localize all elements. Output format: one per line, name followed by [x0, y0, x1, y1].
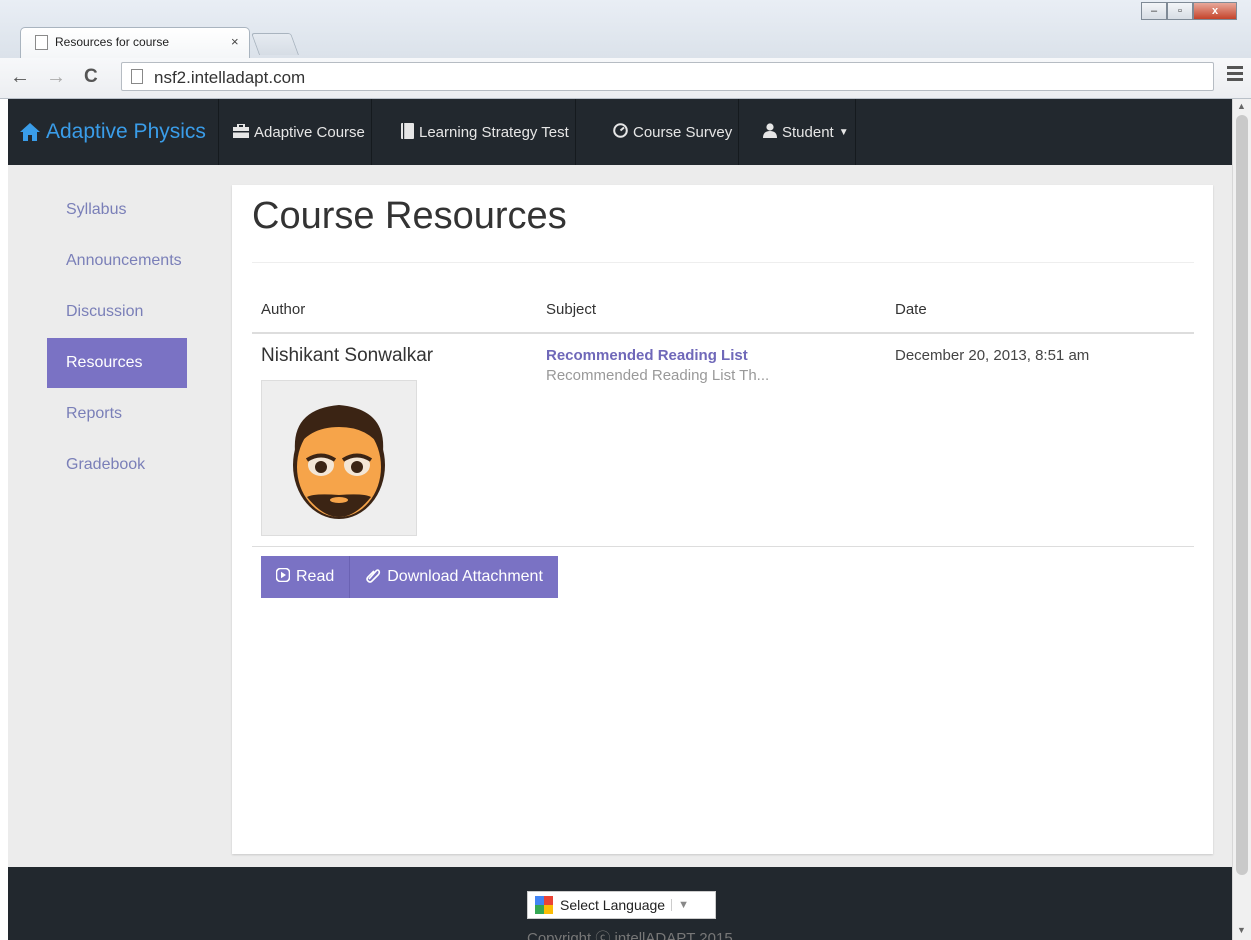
dropdown-arrow-icon[interactable]: ▼ — [671, 899, 689, 911]
sidebar-item-reports[interactable]: Reports — [47, 389, 187, 439]
nav-label: Student — [782, 123, 834, 141]
browser-toolbar: ← → C nsf2.intelladapt.com — [0, 58, 1251, 99]
page-viewport: Adaptive Physics Adaptive Course Learnin… — [8, 99, 1232, 940]
scroll-down-icon[interactable]: ▼ — [1237, 925, 1246, 935]
page-icon — [35, 35, 48, 50]
download-attachment-button[interactable]: Download Attachment — [349, 556, 558, 598]
back-arrow-icon[interactable]: ← — [10, 67, 30, 87]
page-title: Course Resources — [252, 195, 567, 237]
sidebar-item-syllabus[interactable]: Syllabus — [47, 185, 187, 235]
scroll-up-icon[interactable]: ▲ — [1237, 101, 1246, 111]
copyright-text: Copyright ⓒ intellADAPT 2015 — [527, 930, 733, 940]
play-circle-icon — [275, 567, 291, 587]
vertical-scrollbar[interactable]: ▲ ▼ — [1232, 99, 1251, 940]
language-select-label: Select Language — [560, 897, 666, 913]
top-navbar: Adaptive Physics Adaptive Course Learnin… — [8, 99, 1232, 165]
nav-adaptive-course[interactable]: Adaptive Course — [227, 99, 372, 165]
page-footer: Select Language ▼ Copyright ⓒ intellADAP… — [8, 867, 1232, 940]
tab-close-icon[interactable]: × — [231, 34, 239, 49]
nav-course-survey[interactable]: Course Survey — [607, 99, 740, 165]
dashboard-icon — [613, 123, 628, 141]
nav-label: Learning Strategy Test — [419, 123, 569, 141]
subject-link[interactable]: Recommended Reading List — [546, 347, 748, 364]
google-translate-icon — [535, 896, 553, 914]
sidebar-item-resources[interactable]: Resources — [47, 338, 187, 388]
avatar — [261, 380, 417, 536]
scroll-thumb[interactable] — [1236, 115, 1248, 875]
sidebar-nav: Syllabus Announcements Discussion Resour… — [47, 185, 187, 491]
sidebar-item-discussion[interactable]: Discussion — [47, 287, 187, 337]
author-name: Nishikant Sonwalkar — [261, 345, 434, 366]
subject-excerpt: Recommended Reading List Th... — [546, 367, 770, 384]
divider — [252, 262, 1194, 263]
divider — [252, 332, 1194, 334]
minimize-icon[interactable]: – — [1141, 2, 1167, 20]
column-header-author: Author — [261, 301, 306, 318]
sidebar-item-announcements[interactable]: Announcements — [47, 236, 187, 286]
nav-student-dropdown[interactable]: Student ▼ — [757, 99, 856, 165]
briefcase-icon — [233, 122, 249, 141]
maximize-icon[interactable]: ▫ — [1167, 2, 1193, 20]
paperclip-icon — [365, 567, 381, 588]
brand-label: Adaptive Physics — [46, 120, 206, 143]
nav-learning-strategy-test[interactable]: Learning Strategy Test — [395, 99, 576, 165]
page-icon — [131, 69, 143, 84]
browser-tab[interactable]: Resources for course × — [20, 27, 250, 58]
browser-menu-icon[interactable] — [1227, 66, 1243, 84]
resource-actions: Read Download Attachment — [261, 556, 558, 598]
language-select[interactable]: Select Language ▼ — [527, 891, 716, 919]
divider — [252, 546, 1194, 547]
post-date: December 20, 2013, 8:51 am — [895, 347, 1090, 364]
forward-arrow-icon[interactable]: → — [46, 67, 66, 87]
download-label: Download Attachment — [387, 568, 543, 585]
column-header-date: Date — [895, 301, 927, 318]
brand-link[interactable]: Adaptive Physics — [8, 99, 219, 165]
read-button[interactable]: Read — [261, 556, 350, 598]
new-tab-button[interactable] — [250, 33, 300, 55]
reload-icon[interactable]: C — [84, 67, 98, 87]
address-bar[interactable]: nsf2.intelladapt.com — [121, 62, 1214, 91]
close-window-icon[interactable]: x — [1193, 2, 1237, 20]
url-text[interactable]: nsf2.intelladapt.com — [154, 68, 305, 88]
read-label: Read — [296, 568, 335, 585]
content-panel: Course Resources Author Subject Date Nis… — [232, 185, 1213, 854]
tab-title: Resources for course — [55, 35, 170, 49]
sidebar-item-gradebook[interactable]: Gradebook — [47, 440, 187, 490]
column-header-subject: Subject — [546, 301, 597, 318]
user-icon — [763, 123, 777, 141]
nav-label: Course Survey — [633, 123, 733, 141]
window-controls: – ▫ x — [1141, 2, 1237, 22]
book-icon — [401, 122, 414, 142]
browser-titlebar: Resources for course × – ▫ x — [0, 0, 1251, 58]
home-icon — [20, 123, 40, 141]
nav-label: Adaptive Course — [254, 123, 365, 141]
avatar-face-image — [293, 405, 385, 519]
caret-down-icon: ▼ — [838, 126, 849, 138]
